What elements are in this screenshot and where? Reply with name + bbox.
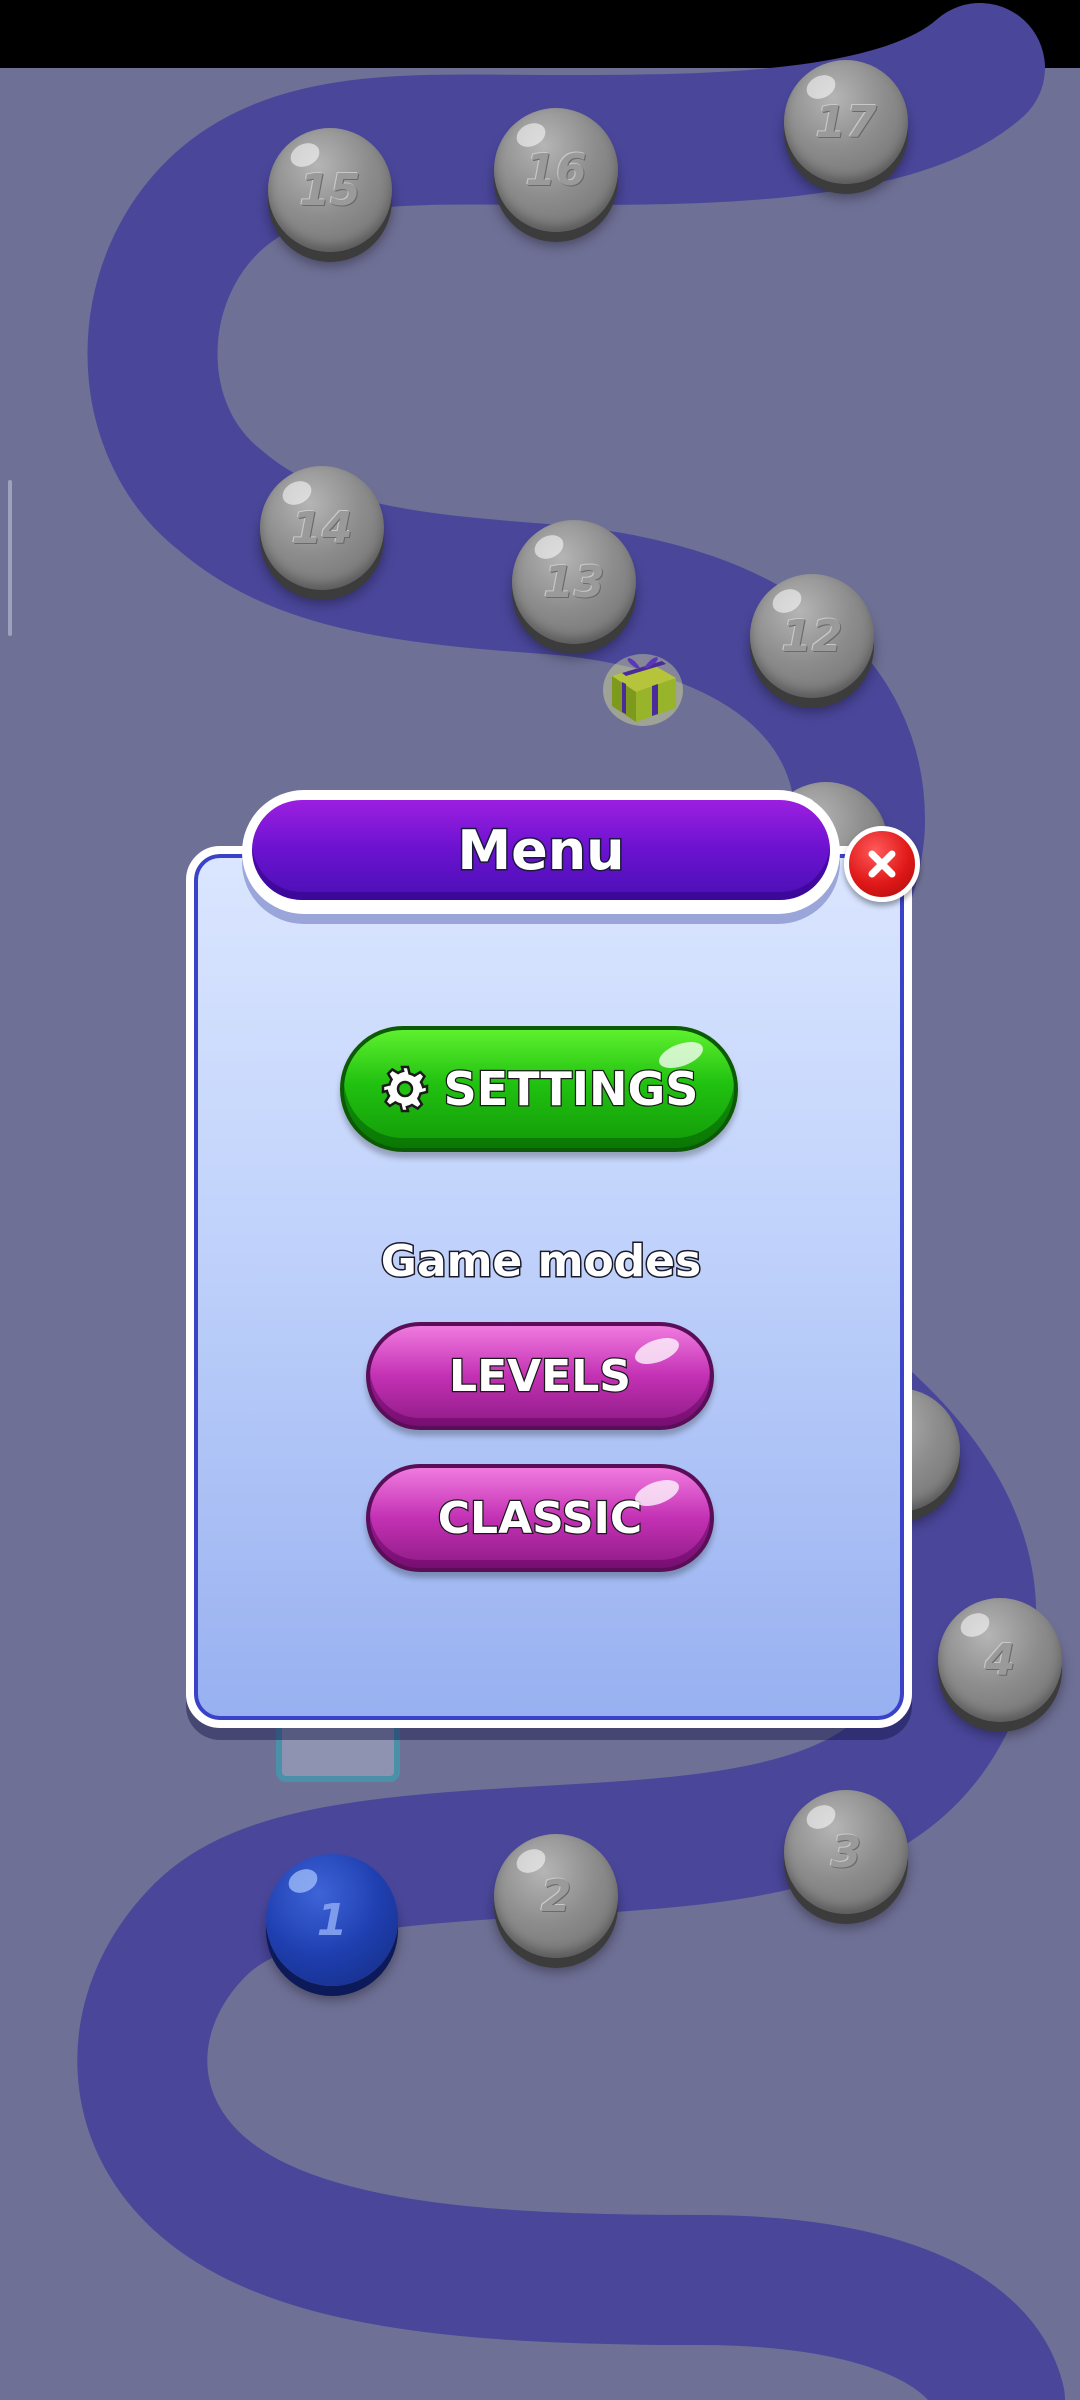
level-number: 12: [781, 610, 843, 662]
button-gloss: [631, 1332, 683, 1370]
level-number: 16: [525, 144, 587, 196]
level-node-16[interactable]: 16: [494, 108, 618, 232]
levels-button[interactable]: LEVELS: [366, 1322, 714, 1430]
node-shine: [284, 1864, 322, 1898]
level-node-15[interactable]: 15: [268, 128, 392, 252]
level-number: 14: [291, 502, 353, 554]
settings-button[interactable]: SETTINGS: [340, 1026, 738, 1152]
settings-label: SETTINGS: [442, 1061, 699, 1118]
menu-title-bar: Menu: [242, 790, 840, 914]
level-node-1-current[interactable]: 1: [266, 1854, 398, 1986]
menu-title: Menu: [456, 817, 626, 883]
level-node-2[interactable]: 2: [494, 1834, 618, 1958]
level-node-4[interactable]: 4: [938, 1598, 1062, 1722]
gear-icon: [381, 1065, 428, 1113]
menu-panel: [186, 846, 912, 1728]
close-button[interactable]: [844, 826, 920, 902]
level-number: 4: [984, 1634, 1016, 1686]
level-node-13[interactable]: 13: [512, 520, 636, 644]
level-node-17[interactable]: 17: [784, 60, 908, 184]
level-number: 15: [299, 164, 361, 216]
level-number: 13: [543, 556, 605, 608]
level-node-14[interactable]: 14: [260, 466, 384, 590]
level-node-12[interactable]: 12: [750, 574, 874, 698]
classic-button[interactable]: CLASSIC: [366, 1464, 714, 1572]
level-node-3[interactable]: 3: [784, 1790, 908, 1914]
gift-box-icon[interactable]: [600, 642, 686, 728]
levels-label: LEVELS: [448, 1349, 632, 1403]
level-number: 17: [815, 96, 877, 148]
game-modes-heading: Game modes: [379, 1235, 702, 1289]
close-icon: [868, 850, 896, 878]
level-number: 1: [316, 1894, 348, 1946]
level-number: 3: [830, 1826, 862, 1878]
classic-label: CLASSIC: [437, 1491, 644, 1545]
menu-title-background: Menu: [252, 800, 830, 900]
level-number: 2: [540, 1870, 572, 1922]
